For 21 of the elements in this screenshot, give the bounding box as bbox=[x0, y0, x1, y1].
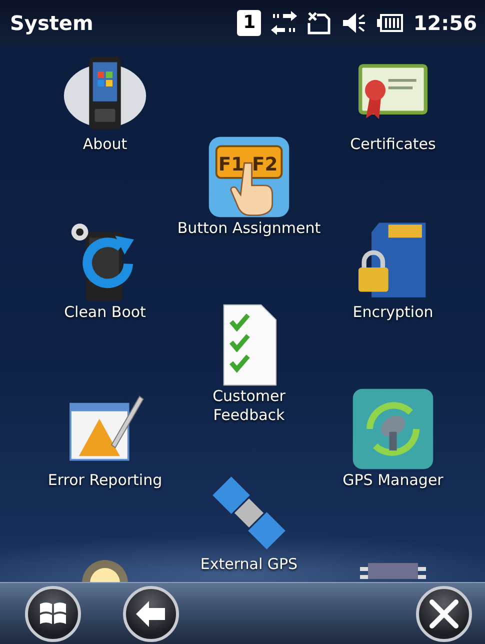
app-label[interactable]: About bbox=[82, 135, 128, 154]
app-label[interactable]: Customer Feedback bbox=[212, 387, 286, 425]
back-arrow-icon bbox=[136, 600, 166, 626]
app-label[interactable]: External GPS bbox=[200, 555, 298, 574]
data-transfer-icon bbox=[271, 10, 298, 34]
clock-time: 12:56 bbox=[413, 10, 477, 34]
keys-icon: F1 F2 bbox=[207, 135, 291, 219]
slot-indicator: 1 bbox=[237, 10, 262, 36]
app-label[interactable]: Error Reporting bbox=[48, 471, 162, 490]
close-icon bbox=[429, 598, 459, 628]
app-label[interactable]: Certificates bbox=[350, 135, 436, 154]
app-label[interactable]: GPS Manager bbox=[342, 471, 444, 490]
app-label[interactable]: Button Assignment bbox=[177, 219, 321, 238]
chip-icon bbox=[360, 563, 426, 579]
app-label[interactable]: Encryption bbox=[352, 303, 434, 322]
speaker-muted-icon bbox=[341, 10, 368, 34]
app-label[interactable]: Clean Boot bbox=[64, 303, 146, 322]
battery-icon bbox=[377, 14, 404, 32]
window-title: System bbox=[10, 10, 94, 34]
no-sim-icon bbox=[307, 10, 332, 34]
satellite-dish-icon bbox=[351, 387, 435, 471]
